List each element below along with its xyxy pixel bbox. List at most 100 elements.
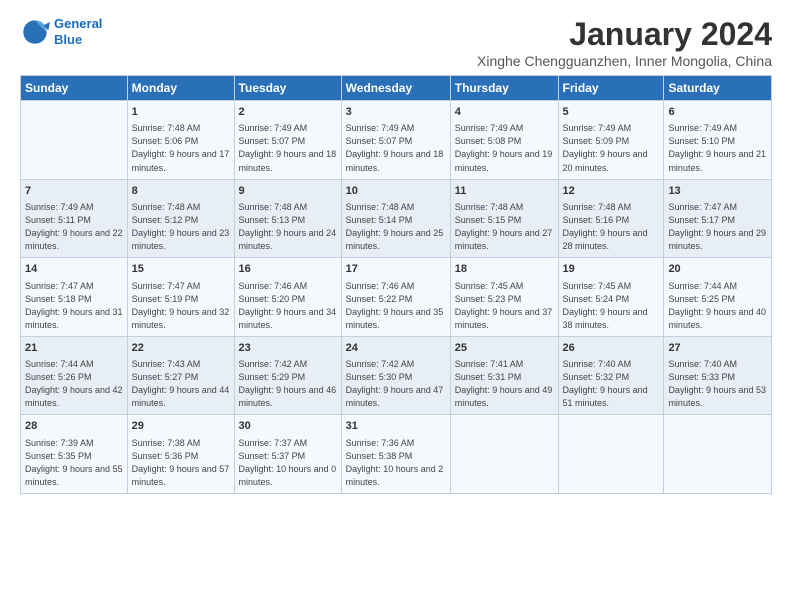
calendar-cell: 21 Sunrise: 7:44 AMSunset: 5:26 PMDayligh… <box>21 336 128 415</box>
cell-info: Sunrise: 7:49 AMSunset: 5:07 PMDaylight:… <box>239 122 337 174</box>
calendar-cell: 17 Sunrise: 7:46 AMSunset: 5:22 PMDayligh… <box>341 258 450 337</box>
calendar-cell: 15 Sunrise: 7:47 AMSunset: 5:19 PMDayligh… <box>127 258 234 337</box>
calendar-cell: 19 Sunrise: 7:45 AMSunset: 5:24 PMDayligh… <box>558 258 664 337</box>
subtitle: Xinghe Chengguanzhen, Inner Mongolia, Ch… <box>477 53 772 69</box>
day-number: 9 <box>239 184 337 199</box>
calendar-cell: 31 Sunrise: 7:36 AMSunset: 5:38 PMDayligh… <box>341 415 450 494</box>
col-tuesday: Tuesday <box>234 76 341 101</box>
cell-info: Sunrise: 7:47 AMSunset: 5:18 PMDaylight:… <box>25 280 123 332</box>
logo-text: General Blue <box>54 16 102 47</box>
calendar-cell: 4Sunrise: 7:49 AMSunset: 5:08 PMDaylight… <box>450 101 558 180</box>
logo: General Blue <box>20 16 102 47</box>
title-block: January 2024 Xinghe Chengguanzhen, Inner… <box>477 16 772 69</box>
day-number: 28 <box>25 419 123 434</box>
day-number: 1 <box>132 105 230 120</box>
day-number: 24 <box>346 341 446 356</box>
col-wednesday: Wednesday <box>341 76 450 101</box>
cell-info: Sunrise: 7:45 AMSunset: 5:23 PMDaylight:… <box>455 280 554 332</box>
calendar-cell: 1 Sunrise: 7:48 AMSunset: 5:06 PMDaylight… <box>127 101 234 180</box>
calendar-cell: 6 Sunrise: 7:49 AMSunset: 5:10 PMDaylight… <box>664 101 772 180</box>
calendar-cell: 8 Sunrise: 7:48 AMSunset: 5:12 PMDaylight… <box>127 179 234 258</box>
calendar-table: Sunday Monday Tuesday Wednesday Thursday… <box>20 75 772 494</box>
cell-info: Sunrise: 7:38 AMSunset: 5:36 PMDaylight:… <box>132 437 230 489</box>
cell-info: Sunrise: 7:49 AMSunset: 5:07 PMDaylight:… <box>346 122 446 174</box>
calendar-cell <box>558 415 664 494</box>
calendar-cell: 18 Sunrise: 7:45 AMSunset: 5:23 PMDayligh… <box>450 258 558 337</box>
cell-info: Sunrise: 7:47 AMSunset: 5:19 PMDaylight:… <box>132 280 230 332</box>
day-number: 18 <box>455 262 554 277</box>
day-number: 17 <box>346 262 446 277</box>
day-number: 16 <box>239 262 337 277</box>
day-number: 2 <box>239 105 337 120</box>
calendar-cell <box>664 415 772 494</box>
cell-info: Sunrise: 7:42 AMSunset: 5:29 PMDaylight:… <box>239 358 337 410</box>
calendar-week-5: 28 Sunrise: 7:39 AMSunset: 5:35 PMDayligh… <box>21 415 772 494</box>
calendar-cell: 20 Sunrise: 7:44 AMSunset: 5:25 PMDayligh… <box>664 258 772 337</box>
calendar-cell: 30 Sunrise: 7:37 AMSunset: 5:37 PMDayligh… <box>234 415 341 494</box>
cell-info: Sunrise: 7:46 AMSunset: 5:20 PMDaylight:… <box>239 280 337 332</box>
cell-info: Sunrise: 7:37 AMSunset: 5:37 PMDaylight:… <box>239 437 337 489</box>
cell-info: Sunrise: 7:48 AMSunset: 5:06 PMDaylight:… <box>132 122 230 174</box>
cell-info: Sunrise: 7:48 AMSunset: 5:16 PMDaylight:… <box>563 201 660 253</box>
logo-blue: Blue <box>54 32 82 47</box>
calendar-cell: 26 Sunrise: 7:40 AMSunset: 5:32 PMDayligh… <box>558 336 664 415</box>
calendar-cell: 23 Sunrise: 7:42 AMSunset: 5:29 PMDayligh… <box>234 336 341 415</box>
calendar-cell: 27 Sunrise: 7:40 AMSunset: 5:33 PMDayligh… <box>664 336 772 415</box>
col-monday: Monday <box>127 76 234 101</box>
col-sunday: Sunday <box>21 76 128 101</box>
col-thursday: Thursday <box>450 76 558 101</box>
day-number: 7 <box>25 184 123 199</box>
day-number: 27 <box>668 341 767 356</box>
day-number: 31 <box>346 419 446 434</box>
cell-info: Sunrise: 7:45 AMSunset: 5:24 PMDaylight:… <box>563 280 660 332</box>
col-friday: Friday <box>558 76 664 101</box>
calendar-week-3: 14Sunrise: 7:47 AMSunset: 5:18 PMDayligh… <box>21 258 772 337</box>
calendar-cell: 11Sunrise: 7:48 AMSunset: 5:15 PMDayligh… <box>450 179 558 258</box>
day-number: 10 <box>346 184 446 199</box>
calendar-cell: 9Sunrise: 7:48 AMSunset: 5:13 PMDaylight… <box>234 179 341 258</box>
cell-info: Sunrise: 7:46 AMSunset: 5:22 PMDaylight:… <box>346 280 446 332</box>
calendar-cell: 3 Sunrise: 7:49 AMSunset: 5:07 PMDaylight… <box>341 101 450 180</box>
cell-info: Sunrise: 7:39 AMSunset: 5:35 PMDaylight:… <box>25 437 123 489</box>
calendar-cell: 24Sunrise: 7:42 AMSunset: 5:30 PMDayligh… <box>341 336 450 415</box>
logo-icon <box>20 17 50 47</box>
day-number: 8 <box>132 184 230 199</box>
calendar-cell: 7Sunrise: 7:49 AMSunset: 5:11 PMDaylight… <box>21 179 128 258</box>
calendar-cell <box>21 101 128 180</box>
calendar-cell <box>450 415 558 494</box>
calendar-cell: 22Sunrise: 7:43 AMSunset: 5:27 PMDayligh… <box>127 336 234 415</box>
day-number: 6 <box>668 105 767 120</box>
cell-info: Sunrise: 7:40 AMSunset: 5:33 PMDaylight:… <box>668 358 767 410</box>
day-number: 21 <box>25 341 123 356</box>
main-title: January 2024 <box>477 16 772 53</box>
cell-info: Sunrise: 7:48 AMSunset: 5:12 PMDaylight:… <box>132 201 230 253</box>
calendar-week-4: 21 Sunrise: 7:44 AMSunset: 5:26 PMDayligh… <box>21 336 772 415</box>
cell-info: Sunrise: 7:49 AMSunset: 5:08 PMDaylight:… <box>455 122 554 174</box>
cell-info: Sunrise: 7:48 AMSunset: 5:14 PMDaylight:… <box>346 201 446 253</box>
cell-info: Sunrise: 7:40 AMSunset: 5:32 PMDaylight:… <box>563 358 660 410</box>
day-number: 26 <box>563 341 660 356</box>
day-number: 19 <box>563 262 660 277</box>
header-row: Sunday Monday Tuesday Wednesday Thursday… <box>21 76 772 101</box>
calendar-cell: 13Sunrise: 7:47 AMSunset: 5:17 PMDayligh… <box>664 179 772 258</box>
calendar-cell: 28 Sunrise: 7:39 AMSunset: 5:35 PMDayligh… <box>21 415 128 494</box>
day-number: 23 <box>239 341 337 356</box>
day-number: 30 <box>239 419 337 434</box>
calendar-cell: 25Sunrise: 7:41 AMSunset: 5:31 PMDayligh… <box>450 336 558 415</box>
day-number: 3 <box>346 105 446 120</box>
calendar-cell: 12 Sunrise: 7:48 AMSunset: 5:16 PMDayligh… <box>558 179 664 258</box>
day-number: 12 <box>563 184 660 199</box>
day-number: 20 <box>668 262 767 277</box>
calendar-week-2: 7Sunrise: 7:49 AMSunset: 5:11 PMDaylight… <box>21 179 772 258</box>
cell-info: Sunrise: 7:44 AMSunset: 5:25 PMDaylight:… <box>668 280 767 332</box>
logo-general: General <box>54 16 102 31</box>
cell-info: Sunrise: 7:47 AMSunset: 5:17 PMDaylight:… <box>668 201 767 253</box>
cell-info: Sunrise: 7:36 AMSunset: 5:38 PMDaylight:… <box>346 437 446 489</box>
cell-info: Sunrise: 7:49 AMSunset: 5:10 PMDaylight:… <box>668 122 767 174</box>
calendar-page: General Blue January 2024 Xinghe Chenggu… <box>0 0 792 504</box>
calendar-week-1: 1 Sunrise: 7:48 AMSunset: 5:06 PMDaylight… <box>21 101 772 180</box>
cell-info: Sunrise: 7:44 AMSunset: 5:26 PMDaylight:… <box>25 358 123 410</box>
cell-info: Sunrise: 7:49 AMSunset: 5:09 PMDaylight:… <box>563 122 660 174</box>
day-number: 15 <box>132 262 230 277</box>
calendar-cell: 16 Sunrise: 7:46 AMSunset: 5:20 PMDayligh… <box>234 258 341 337</box>
